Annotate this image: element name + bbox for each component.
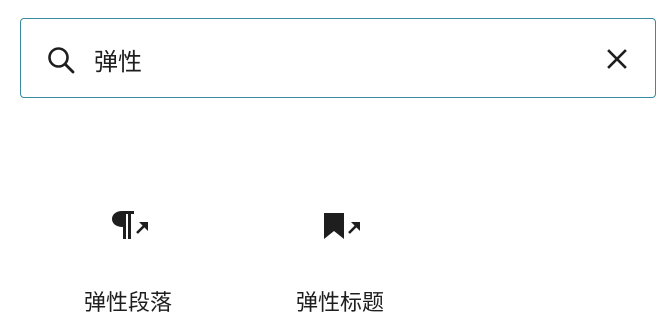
clear-search-button[interactable] xyxy=(599,41,635,77)
bookmark-icon xyxy=(324,213,360,239)
block-result-label: 弹性标题 xyxy=(295,291,384,316)
block-result-label: 弹性段落 xyxy=(83,291,172,316)
close-icon xyxy=(607,49,627,69)
search-box xyxy=(20,18,656,98)
block-result-stretchy-heading[interactable]: 弹性标题 xyxy=(240,190,440,316)
search-input[interactable] xyxy=(94,39,574,79)
paragraph-icon xyxy=(112,211,148,239)
search-icon xyxy=(48,47,75,74)
block-result-stretchy-paragraph[interactable]: 弹性段落 xyxy=(28,190,228,316)
